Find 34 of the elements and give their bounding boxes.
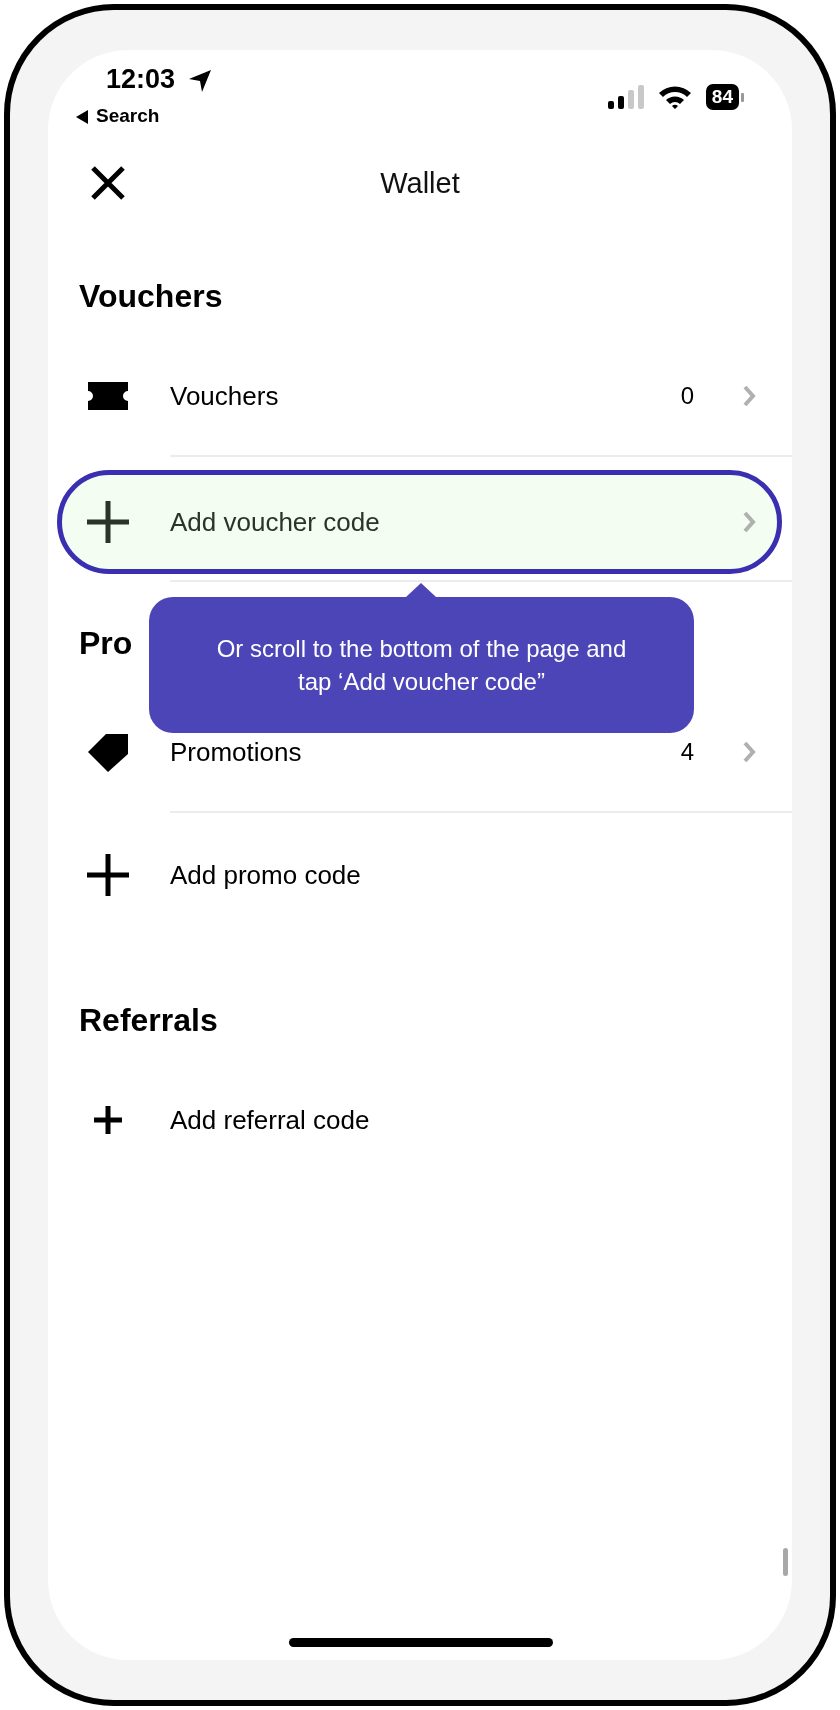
wifi-icon [657, 85, 692, 109]
section-heading: Referrals [79, 1001, 218, 1040]
back-link[interactable]: Search [96, 105, 160, 127]
row-label: Add voucher code [170, 506, 381, 538]
row-label: Add referral code [170, 1104, 371, 1136]
chevron-right-icon [742, 385, 756, 407]
battery-tip-icon [741, 92, 744, 102]
signal-icon [607, 85, 644, 109]
list-row[interactable]: Add referral code [48, 1061, 792, 1179]
row-label: Vouchers [170, 380, 280, 412]
section-heading: Pro [79, 624, 133, 663]
row-label: Add promo code [170, 859, 362, 891]
battery-level: 84 [705, 84, 739, 110]
chevron-right-icon [742, 511, 756, 533]
section-heading: Vouchers [79, 277, 223, 316]
status-time: 12:03 [106, 64, 176, 95]
chevron-right-icon [742, 741, 756, 763]
list-row[interactable]: Vouchers 0 [48, 337, 792, 455]
location-arrow-icon [188, 69, 212, 93]
tooltip-text: Or scroll to the bottom of the page and tap ‘Add voucher code” [215, 634, 628, 697]
scrollbar [783, 1548, 788, 1576]
tag-icon [88, 732, 128, 772]
ticket-icon [88, 382, 128, 410]
page-title: Wallet [380, 166, 460, 200]
row-count: 4 [680, 738, 694, 766]
row-label: Promotions [170, 736, 303, 768]
highlighted-row[interactable]: Add voucher code [57, 470, 782, 574]
row-count: 0 [680, 382, 694, 410]
close-button[interactable] [91, 166, 125, 200]
plus-icon [94, 1106, 122, 1134]
plus-icon [87, 854, 129, 896]
plus-icon [87, 501, 129, 543]
list-row[interactable]: Add promo code [48, 816, 792, 934]
back-triangle-icon [76, 110, 88, 124]
